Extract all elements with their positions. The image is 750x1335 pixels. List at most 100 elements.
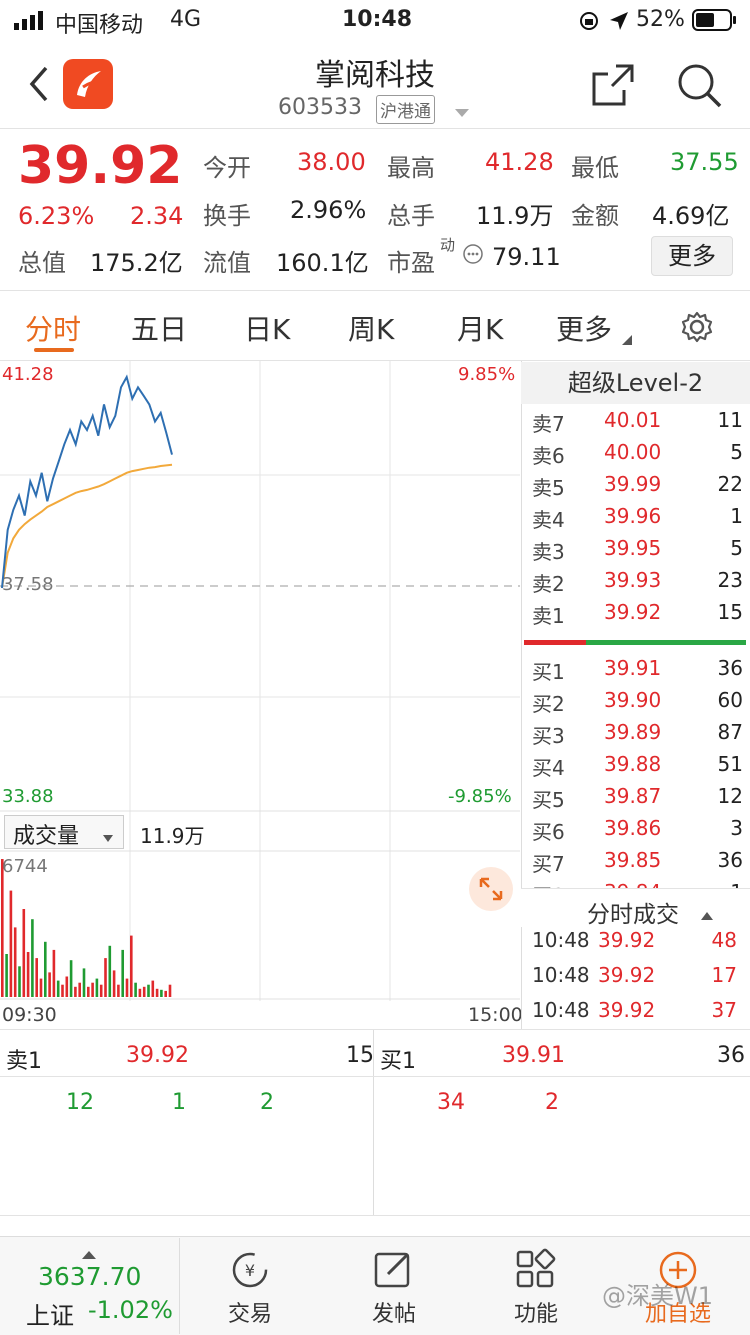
tick-time: 10:48 bbox=[532, 928, 590, 952]
queue-bid-vol: 36 bbox=[717, 1043, 745, 1068]
expand-icon bbox=[479, 877, 503, 901]
ask-price: 39.93 bbox=[604, 568, 662, 592]
queue-ask-label: 卖1 bbox=[6, 1049, 42, 1074]
bid-vol: 12 bbox=[717, 784, 743, 808]
bid-row: 买6 39.86 3 bbox=[528, 816, 743, 848]
expand-chart-button[interactable] bbox=[469, 867, 513, 911]
volume-bar bbox=[61, 984, 64, 997]
volume-bar bbox=[121, 949, 124, 997]
chart-bottom-percent: -9.85% bbox=[448, 786, 512, 807]
svg-text:¥: ¥ bbox=[245, 1261, 255, 1280]
queue-bid-price: 39.91 bbox=[502, 1043, 565, 1068]
level2-title[interactable]: 超级Level-2 bbox=[521, 362, 750, 404]
ask-label: 卖1 bbox=[532, 604, 565, 628]
bid-label: 买4 bbox=[532, 756, 565, 780]
ticks-collapse-icon bbox=[701, 905, 713, 924]
volume-bar bbox=[39, 978, 43, 997]
divider bbox=[0, 1029, 750, 1030]
bid-order: 2 bbox=[545, 1090, 559, 1115]
volume-bar bbox=[82, 968, 86, 997]
clock: 10:48 bbox=[342, 7, 413, 32]
volume-bar bbox=[69, 960, 73, 997]
tabbar-post[interactable]: 发帖 bbox=[344, 1238, 444, 1334]
tab-intraday[interactable]: 分时 bbox=[25, 308, 81, 348]
ask-vol: 22 bbox=[717, 472, 743, 496]
ask-row: 卖5 39.99 22 bbox=[528, 472, 743, 504]
ticks-header[interactable]: 分时成交 bbox=[521, 888, 750, 928]
turnover-label: 换手 bbox=[203, 202, 251, 230]
tab-monthly-k[interactable]: 月K bbox=[457, 308, 503, 348]
tabbar-post-label: 发帖 bbox=[371, 1302, 416, 1327]
bid-label: 买2 bbox=[532, 692, 565, 716]
ticks-title: 分时成交 bbox=[587, 902, 679, 928]
high-label: 最高 bbox=[387, 154, 435, 182]
volume-bar bbox=[52, 949, 56, 997]
tabbar-trade-label: 交易 bbox=[227, 1302, 272, 1327]
volume-bar bbox=[44, 941, 47, 997]
volume-bar bbox=[168, 984, 172, 997]
stock-code: 603533 bbox=[278, 95, 362, 120]
volume-bar bbox=[151, 980, 155, 997]
volume-bar bbox=[117, 984, 120, 997]
tabbar-trade[interactable]: ¥ 交易 bbox=[200, 1238, 300, 1334]
chart-bottom-price: 33.88 bbox=[2, 786, 54, 807]
pe-superscript: 动 bbox=[440, 236, 456, 254]
tab-weekly-k[interactable]: 周K bbox=[348, 308, 394, 348]
ask-order: 1 bbox=[172, 1090, 186, 1115]
bid-price: 39.89 bbox=[604, 720, 662, 744]
index-widget[interactable]: 3637.70 上证 -1.02% bbox=[0, 1238, 180, 1334]
bid-vol: 60 bbox=[717, 688, 743, 712]
pe-value: 79.11 bbox=[492, 243, 561, 271]
connect-badge: 沪港通 bbox=[376, 95, 435, 124]
tick-vol: 17 bbox=[711, 963, 737, 987]
volume-bar bbox=[65, 976, 69, 997]
share-icon[interactable] bbox=[590, 62, 636, 112]
ask-row: 卖6 40.00 5 bbox=[528, 440, 743, 472]
volume-bar bbox=[35, 958, 38, 997]
volume-max: 6744 bbox=[2, 856, 48, 877]
network: 4G bbox=[170, 7, 202, 32]
chart-top-percent: 9.85% bbox=[458, 364, 516, 385]
ask-order: 12 bbox=[66, 1090, 94, 1115]
ask-label: 卖3 bbox=[532, 540, 565, 564]
ask-row: 卖1 39.92 15 bbox=[528, 600, 743, 632]
volume-bar bbox=[138, 988, 142, 997]
volume-bar bbox=[130, 935, 133, 997]
tabbar-functions[interactable]: 功能 bbox=[486, 1238, 586, 1334]
volume-bar bbox=[142, 986, 146, 997]
dropdown-triangle-icon[interactable] bbox=[455, 104, 469, 123]
low-value: 37.55 bbox=[670, 148, 739, 176]
ask-price: 39.96 bbox=[604, 504, 662, 528]
volume-selector[interactable]: 成交量 bbox=[4, 815, 124, 849]
tabbar-divider bbox=[179, 1238, 180, 1334]
search-icon[interactable] bbox=[676, 62, 722, 112]
intraday-chart[interactable] bbox=[0, 361, 520, 1031]
volume-bar bbox=[147, 984, 150, 997]
volume-bar bbox=[125, 978, 129, 997]
turnover-value: 2.96% bbox=[290, 196, 367, 224]
chart-top-price: 41.28 bbox=[2, 364, 54, 385]
volume-bar bbox=[18, 966, 21, 997]
signal-icon bbox=[14, 10, 48, 36]
divider bbox=[0, 128, 750, 129]
pe-label: 市盈 bbox=[387, 249, 435, 277]
tab-more[interactable]: 更多 bbox=[556, 308, 612, 348]
tab-five-day[interactable]: 五日 bbox=[131, 308, 187, 348]
bid-row: 买5 39.87 12 bbox=[528, 784, 743, 816]
bid-label: 买1 bbox=[532, 660, 565, 684]
tick-time: 10:48 bbox=[532, 998, 590, 1022]
volume-bar bbox=[26, 952, 30, 997]
bid-vol: 51 bbox=[717, 752, 743, 776]
pe-info-icon[interactable] bbox=[462, 243, 484, 269]
tab-daily-k[interactable]: 日K bbox=[244, 308, 290, 348]
ask-vol: 5 bbox=[730, 536, 743, 560]
tabbar-functions-label: 功能 bbox=[513, 1302, 558, 1327]
watermark: @深美W1 bbox=[602, 1282, 713, 1310]
settings-gear-icon[interactable] bbox=[680, 310, 714, 348]
time-start: 09:30 bbox=[2, 1004, 57, 1026]
trade-icon: ¥ bbox=[232, 1252, 268, 1288]
volume-bar bbox=[108, 945, 112, 997]
volume-bar bbox=[112, 970, 116, 997]
more-button[interactable]: 更多 bbox=[651, 236, 733, 276]
low-label: 最低 bbox=[571, 154, 619, 182]
